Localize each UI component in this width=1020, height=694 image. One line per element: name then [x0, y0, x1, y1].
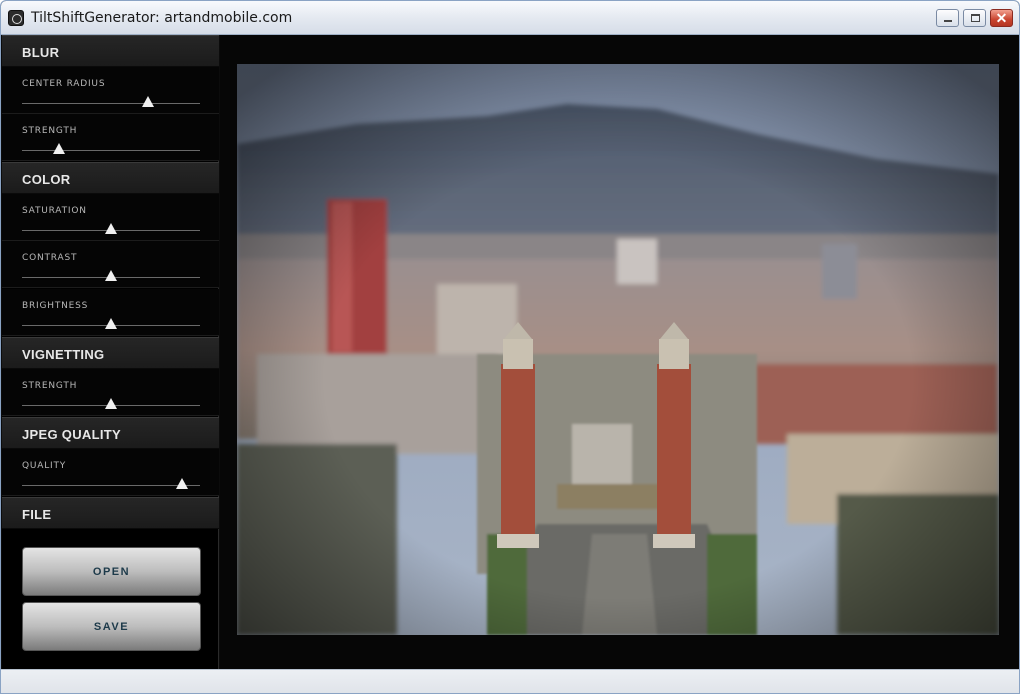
city-photo-illustration	[237, 64, 999, 635]
section-title: VIGNETTING	[22, 347, 105, 362]
app-window: TiltShiftGenerator: artandmobile.com ✕ B…	[0, 0, 1020, 694]
vignetting-strength-slider[interactable]	[22, 398, 200, 409]
slider-label: CONTRAST	[22, 253, 78, 263]
section-header-vignetting: VIGNETTING	[2, 337, 219, 369]
section-header-jpeg-quality: JPEG QUALITY	[2, 417, 219, 449]
slider-label: CENTER RADIUS	[22, 79, 106, 89]
maximize-button[interactable]	[963, 9, 986, 27]
minimize-button[interactable]	[936, 9, 959, 27]
slider-label: SATURATION	[22, 206, 87, 216]
control-brightness: BRIGHTNESS	[2, 289, 219, 336]
slider-label: STRENGTH	[22, 126, 78, 136]
slider-thumb[interactable]	[142, 96, 155, 107]
preview-area	[220, 35, 1019, 669]
section-header-color: COLOR	[2, 162, 219, 194]
slider-thumb[interactable]	[53, 143, 66, 154]
section-title: JPEG QUALITY	[22, 427, 121, 442]
quality-slider[interactable]	[22, 478, 200, 489]
control-quality: QUALITY	[2, 449, 219, 496]
slider-label: BRIGHTNESS	[22, 301, 89, 311]
control-contrast: CONTRAST	[2, 241, 219, 288]
section-header-file: FILE	[2, 497, 219, 529]
contrast-slider[interactable]	[22, 270, 200, 281]
preview-photo[interactable]	[237, 64, 999, 635]
status-bar	[1, 669, 1019, 693]
slider-thumb[interactable]	[176, 478, 189, 489]
control-panel: BLUR CENTER RADIUS STRENGTH COLOR SATURA…	[2, 35, 219, 669]
center-radius-slider[interactable]	[22, 96, 200, 107]
app-icon	[8, 10, 24, 26]
section-header-blur: BLUR	[2, 35, 219, 67]
blur-strength-slider[interactable]	[22, 143, 200, 154]
saturation-slider[interactable]	[22, 223, 200, 234]
slider-thumb[interactable]	[105, 223, 117, 234]
slider-thumb[interactable]	[105, 318, 117, 329]
control-vignetting-strength: STRENGTH	[2, 369, 219, 416]
section-title: FILE	[22, 507, 52, 522]
section-title: BLUR	[22, 45, 60, 60]
minimize-icon	[944, 20, 952, 22]
slider-label: STRENGTH	[22, 381, 78, 391]
window-title: TiltShiftGenerator: artandmobile.com	[31, 10, 293, 26]
slider-thumb[interactable]	[105, 398, 117, 409]
close-icon: ✕	[995, 10, 1008, 26]
button-label: OPEN	[92, 566, 131, 578]
control-center-radius: CENTER RADIUS	[2, 67, 219, 114]
button-label: SAVE	[93, 621, 130, 633]
control-saturation: SATURATION	[2, 194, 219, 241]
title-bar[interactable]: TiltShiftGenerator: artandmobile.com ✕	[1, 1, 1019, 35]
slider-thumb[interactable]	[105, 270, 117, 281]
slider-label: QUALITY	[22, 461, 67, 471]
open-button[interactable]: OPEN	[22, 547, 201, 596]
section-title: COLOR	[22, 172, 71, 187]
maximize-icon	[971, 14, 980, 22]
brightness-slider[interactable]	[22, 318, 200, 329]
save-button[interactable]: SAVE	[22, 602, 201, 651]
control-blur-strength: STRENGTH	[2, 114, 219, 161]
close-button[interactable]: ✕	[990, 9, 1013, 27]
